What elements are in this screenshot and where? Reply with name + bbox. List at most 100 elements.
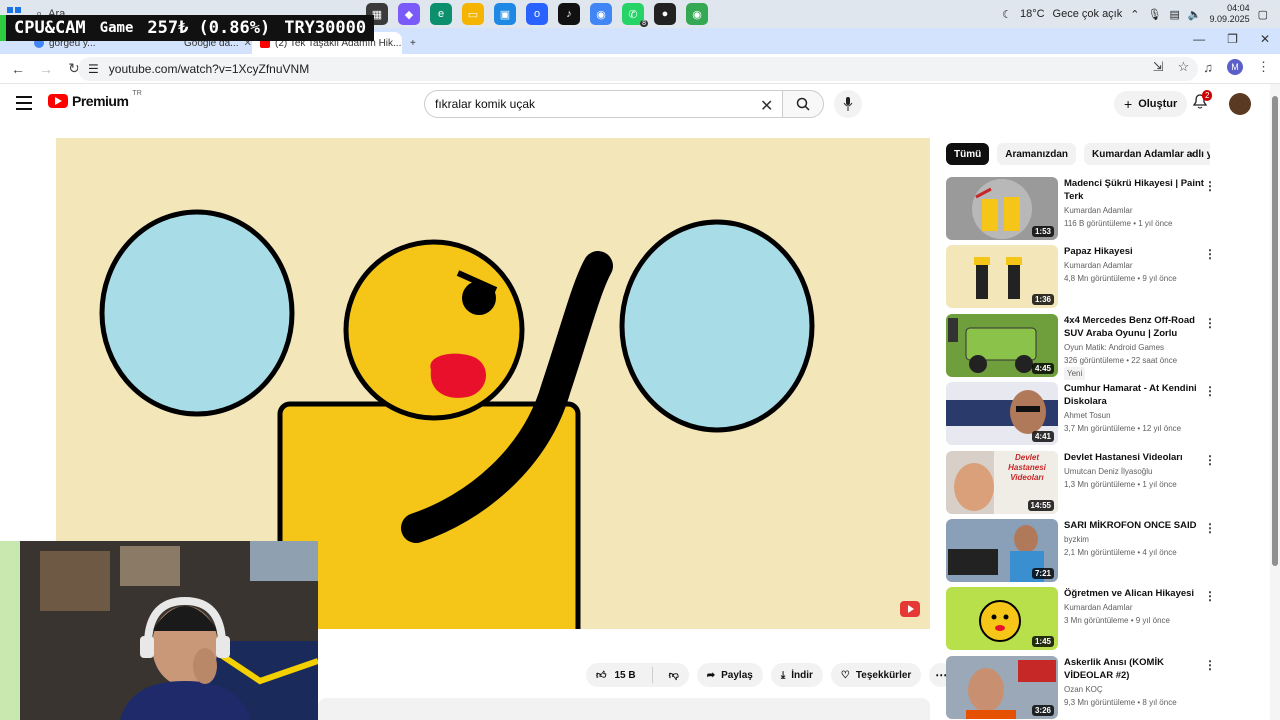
like-dislike-group: 👍︎ 15 B 👎︎ xyxy=(586,663,689,687)
user-avatar[interactable] xyxy=(1229,93,1251,115)
thumbnail-caption: Devlet Hastanesi Videoları xyxy=(1008,452,1046,482)
dislike-button[interactable]: 👎︎ xyxy=(659,663,689,687)
search-button[interactable] xyxy=(782,90,824,118)
thanks-button[interactable]: ♡ Teşekkürler xyxy=(830,663,922,687)
rec-title[interactable]: Cumhur Hamarat - At Kendini Diskolara xyxy=(1064,382,1204,408)
outlook-icon[interactable]: o xyxy=(526,3,548,25)
youtube-logo[interactable]: Premium TR xyxy=(48,90,142,109)
restore-icon[interactable]: ❐ xyxy=(1227,32,1238,46)
create-label: Oluştur xyxy=(1138,98,1178,110)
bookmark-star-icon[interactable]: ☆ xyxy=(1178,59,1190,75)
minimize-icon[interactable]: — xyxy=(1193,32,1205,46)
video-thumbnail[interactable]: 1:53 xyxy=(946,177,1058,240)
logo-text: Premium xyxy=(72,93,129,109)
forward-icon[interactable]: → xyxy=(36,61,56,77)
thanks-label: Teşekkürler xyxy=(855,669,912,681)
hamburger-menu-icon[interactable] xyxy=(16,96,32,114)
rec-title[interactable]: SARI MİKROFON ONCE SAID xyxy=(1064,519,1204,532)
rec-title[interactable]: Devlet Hastanesi Videoları xyxy=(1064,451,1204,464)
network-icon[interactable]: ▤ xyxy=(1169,8,1179,21)
menu-dots-icon[interactable]: ⋮ xyxy=(1257,59,1270,75)
media-icon[interactable]: ♫ xyxy=(1203,60,1213,75)
site-info-icon[interactable]: ☰ xyxy=(88,62,99,76)
rec-channel[interactable]: Kumardan Adamlar xyxy=(1064,259,1204,272)
tiktok-icon[interactable]: ♪ xyxy=(558,3,580,25)
store-icon[interactable]: ▣ xyxy=(494,3,516,25)
url-field[interactable]: ☰ youtube.com/watch?v=1XcyZfnuVNM xyxy=(78,57,1198,81)
copilot-icon[interactable]: ◆ xyxy=(398,3,420,25)
chrome-profile-icon[interactable]: ◉ xyxy=(686,3,708,25)
download-button[interactable]: ⤓ İndir xyxy=(770,663,823,687)
video-thumbnail[interactable]: Devlet Hastanesi Videoları 14:55 xyxy=(946,450,1058,514)
list-item[interactable]: Devlet Hastanesi Videoları 14:55 Devlet … xyxy=(946,450,1218,519)
edge-icon[interactable]: e xyxy=(430,3,452,25)
scrollbar-thumb[interactable] xyxy=(1272,96,1278,566)
share-button[interactable]: ➦ Paylaş xyxy=(696,663,763,687)
rec-channel[interactable]: Umutcan Deniz İlyasoğlu xyxy=(1064,465,1204,478)
more-vert-icon[interactable]: ⋮ xyxy=(1204,247,1216,261)
rec-title[interactable]: 4x4 Mercedes Benz Off-Road SUV Araba Oyu… xyxy=(1064,314,1204,340)
video-thumbnail[interactable]: 3:26 xyxy=(946,655,1058,719)
back-icon[interactable]: ← xyxy=(8,61,28,77)
list-item[interactable]: 1:45 Öğretmen ve Alican Hikayesi Kumarda… xyxy=(946,587,1218,655)
share-icon: ➦ xyxy=(706,669,716,681)
clear-search-icon[interactable]: ✕ xyxy=(760,96,773,116)
search-input[interactable] xyxy=(424,90,782,118)
chip-from-search[interactable]: Aramanızdan xyxy=(997,143,1077,165)
profile-avatar[interactable]: M xyxy=(1227,59,1243,75)
rec-channel[interactable]: Kumardan Adamlar xyxy=(1064,204,1204,217)
rec-channel[interactable]: Ozan KOÇ xyxy=(1064,683,1204,696)
download-label: İndir xyxy=(791,669,813,681)
rec-channel[interactable]: byzkim xyxy=(1064,533,1204,546)
rec-channel[interactable]: Oyun Matik: Android Games xyxy=(1064,341,1204,354)
create-button[interactable]: + Oluştur xyxy=(1114,91,1188,117)
rec-info: SARI MİKROFON ONCE SAID byzkim 2,1 Mn gö… xyxy=(1064,519,1204,587)
chevron-right-icon[interactable]: › xyxy=(1190,147,1194,161)
rec-title[interactable]: Askerlik Anısı (KOMİK VİDEOLAR #2) xyxy=(1064,656,1204,682)
more-vert-icon[interactable]: ⋮ xyxy=(1204,453,1216,467)
video-thumbnail[interactable]: 7:21 xyxy=(946,518,1058,582)
video-duration: 1:53 xyxy=(1031,226,1054,237)
list-item[interactable]: 7:21 SARI MİKROFON ONCE SAID byzkim 2,1 … xyxy=(946,518,1218,587)
obs-icon[interactable]: ● xyxy=(654,3,676,25)
notifications-icon[interactable]: ▢ xyxy=(1258,8,1268,21)
video-thumbnail[interactable]: 4:45 xyxy=(946,313,1058,377)
more-vert-icon[interactable]: ⋮ xyxy=(1204,179,1216,193)
more-vert-icon[interactable]: ⋮ xyxy=(1204,384,1216,398)
close-window-icon[interactable]: ✕ xyxy=(1260,32,1270,46)
mic-icon[interactable]: 🎙 xyxy=(1147,8,1161,21)
description-box[interactable] xyxy=(318,698,930,720)
new-tab-button[interactable]: + xyxy=(402,32,432,54)
list-item[interactable]: 3:26 Askerlik Anısı (KOMİK VİDEOLAR #2) … xyxy=(946,655,1218,720)
more-vert-icon[interactable]: ⋮ xyxy=(1204,589,1216,603)
chevron-up-icon[interactable]: ⌃ xyxy=(1130,8,1139,21)
more-vert-icon[interactable]: ⋮ xyxy=(1204,658,1216,672)
rec-title[interactable]: Öğretmen ve Alican Hikayesi xyxy=(1064,587,1204,600)
rec-title[interactable]: Papaz Hikayesi xyxy=(1064,245,1204,258)
whatsapp-icon[interactable]: ✆ 8 xyxy=(622,3,648,27)
volume-icon[interactable]: 🔈 xyxy=(1188,8,1202,21)
install-icon[interactable]: ⇲ xyxy=(1153,59,1164,75)
notifications-button[interactable]: 2 xyxy=(1192,90,1213,115)
rec-title[interactable]: Madenci Şükrü Hikayesi | Paint Terk xyxy=(1064,177,1204,203)
list-item[interactable]: 4:45 4x4 Mercedes Benz Off-Road SUV Arab… xyxy=(946,313,1218,382)
list-item[interactable]: 1:36 Papaz Hikayesi Kumardan Adamlar 4,8… xyxy=(946,245,1218,313)
chip-all[interactable]: Tümü xyxy=(946,143,990,165)
chrome-icon[interactable]: ◉ xyxy=(590,3,612,25)
video-thumbnail[interactable]: 4:41 xyxy=(946,382,1058,446)
voice-search-button[interactable] xyxy=(834,90,862,118)
more-vert-icon[interactable]: ⋮ xyxy=(1204,521,1216,535)
subscribe-watermark-icon[interactable] xyxy=(900,599,920,619)
list-item[interactable]: 4:41 Cumhur Hamarat - At Kendini Diskola… xyxy=(946,382,1218,450)
rec-meta: 3 Mn görüntüleme • 9 yıl önce xyxy=(1064,616,1170,626)
more-vert-icon[interactable]: ⋮ xyxy=(1204,316,1216,330)
video-thumbnail[interactable]: 1:45 xyxy=(946,587,1058,651)
rec-channel[interactable]: Ahmet Tosun xyxy=(1064,409,1204,422)
video-thumbnail[interactable]: 1:36 xyxy=(946,245,1058,309)
like-button[interactable]: 👍︎ 15 B xyxy=(586,663,646,687)
rec-channel[interactable]: Kumardan Adamlar xyxy=(1064,601,1204,614)
list-item[interactable]: 1:53 Madenci Şükrü Hikayesi | Paint Terk… xyxy=(946,177,1218,245)
file-explorer-icon[interactable]: ▭ xyxy=(462,3,484,25)
clock[interactable]: 04:04 9.09.2025 xyxy=(1210,3,1250,25)
page-scrollbar[interactable] xyxy=(1270,84,1280,720)
